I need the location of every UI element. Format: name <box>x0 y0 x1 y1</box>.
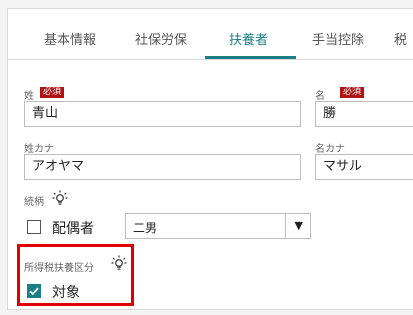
last-name-kana-label: 姓カナ <box>24 144 54 155</box>
lightbulb-icon[interactable] <box>52 190 68 206</box>
first-name-label: 名 <box>315 91 325 102</box>
select-divider <box>285 214 286 238</box>
relationship-select[interactable]: 二男 ▼ <box>125 213 311 239</box>
active-tab-indicator <box>205 56 296 59</box>
last-name-label: 姓 <box>24 91 34 102</box>
relationship-label: 続柄 <box>24 197 44 208</box>
first-name-field[interactable]: 勝 <box>315 101 413 127</box>
last-name-kana-field[interactable]: アオヤマ <box>24 154 301 180</box>
tab-basic-info[interactable]: 基本情報 <box>44 29 96 48</box>
first-name-kana-field[interactable]: マサル <box>315 154 413 180</box>
spouse-label: 配偶者 <box>52 221 94 237</box>
tab-bar: 基本情報 社保労保 扶養者 手当控除 税 <box>8 9 413 60</box>
last-name-required-badge: 必須 <box>40 87 65 98</box>
first-name-required-badge: 必須 <box>340 87 365 98</box>
spouse-checkbox[interactable] <box>27 220 41 234</box>
last-name-field[interactable]: 青山 <box>24 101 301 127</box>
tab-social-insurance[interactable]: 社保労保 <box>135 29 187 48</box>
tab-allowances-deductions[interactable]: 手当控除 <box>312 29 364 48</box>
highlight-box <box>17 244 134 306</box>
tab-dependents[interactable]: 扶養者 <box>229 29 268 48</box>
dropdown-arrow-icon[interactable]: ▼ <box>295 219 303 232</box>
tab-tax[interactable]: 税 <box>394 29 407 48</box>
relationship-selected-value: 二男 <box>133 221 158 235</box>
first-name-kana-label: 名カナ <box>315 144 345 155</box>
